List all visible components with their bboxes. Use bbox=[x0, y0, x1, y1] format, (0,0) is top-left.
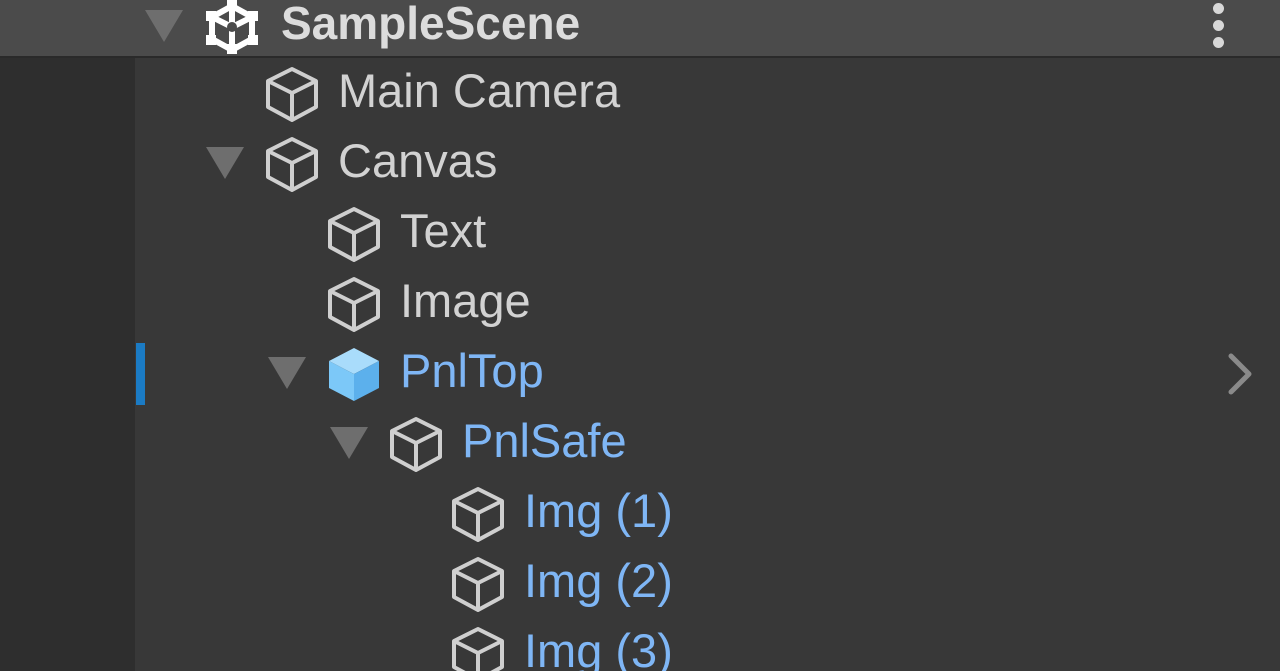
hierarchy-item-label: Img (3) bbox=[524, 624, 673, 671]
hierarchy-item-label: Main Camera bbox=[338, 64, 621, 117]
scene-name: SampleScene bbox=[281, 0, 581, 49]
hierarchy-item-label: Text bbox=[400, 204, 487, 257]
hierarchy-item[interactable]: Canvas bbox=[0, 128, 1280, 198]
expand-arrow-icon[interactable] bbox=[330, 427, 368, 459]
hierarchy-item[interactable]: Img (1) bbox=[0, 478, 1280, 548]
hierarchy-item[interactable]: Main Camera bbox=[0, 58, 1280, 128]
gameobject-cube-icon bbox=[452, 487, 504, 542]
hierarchy-item[interactable]: Img (3) bbox=[0, 618, 1280, 671]
hierarchy-item-label: PnlSafe bbox=[462, 414, 627, 467]
chevron-right-icon[interactable] bbox=[1222, 350, 1258, 398]
hierarchy-item-label: Canvas bbox=[338, 134, 498, 187]
hierarchy-item-label: Img (1) bbox=[524, 484, 673, 537]
hierarchy-item[interactable]: Image bbox=[0, 268, 1280, 338]
expand-arrow-icon[interactable] bbox=[145, 10, 183, 42]
hierarchy-item[interactable]: Img (2) bbox=[0, 548, 1280, 618]
gameobject-cube-icon bbox=[266, 67, 318, 122]
unity-scene-icon bbox=[206, 0, 258, 54]
expand-arrow-icon[interactable] bbox=[206, 147, 244, 179]
gameobject-cube-icon bbox=[452, 557, 504, 612]
kebab-menu-icon[interactable] bbox=[1208, 0, 1230, 52]
hierarchy-item-label: Img (2) bbox=[524, 554, 673, 607]
gameobject-cube-icon bbox=[328, 277, 380, 332]
hierarchy-item[interactable]: PnlSafe bbox=[0, 408, 1280, 478]
gameobject-cube-icon bbox=[390, 417, 442, 472]
hierarchy-panel: SampleScene Main Camera Canvas Text Image Pn… bbox=[0, 0, 1280, 671]
gameobject-cube-icon bbox=[266, 137, 318, 192]
hierarchy-item-label: PnlTop bbox=[400, 344, 544, 397]
gameobject-cube-icon bbox=[329, 348, 379, 401]
hierarchy-item[interactable]: PnlTop bbox=[0, 338, 1280, 408]
expand-arrow-icon[interactable] bbox=[268, 357, 306, 389]
hierarchy-item-label: Image bbox=[400, 274, 531, 327]
gameobject-cube-icon bbox=[452, 627, 504, 671]
gameobject-cube-icon bbox=[328, 207, 380, 262]
hierarchy-item[interactable]: Text bbox=[0, 198, 1280, 268]
scene-header-row[interactable]: SampleScene bbox=[0, 0, 1280, 58]
